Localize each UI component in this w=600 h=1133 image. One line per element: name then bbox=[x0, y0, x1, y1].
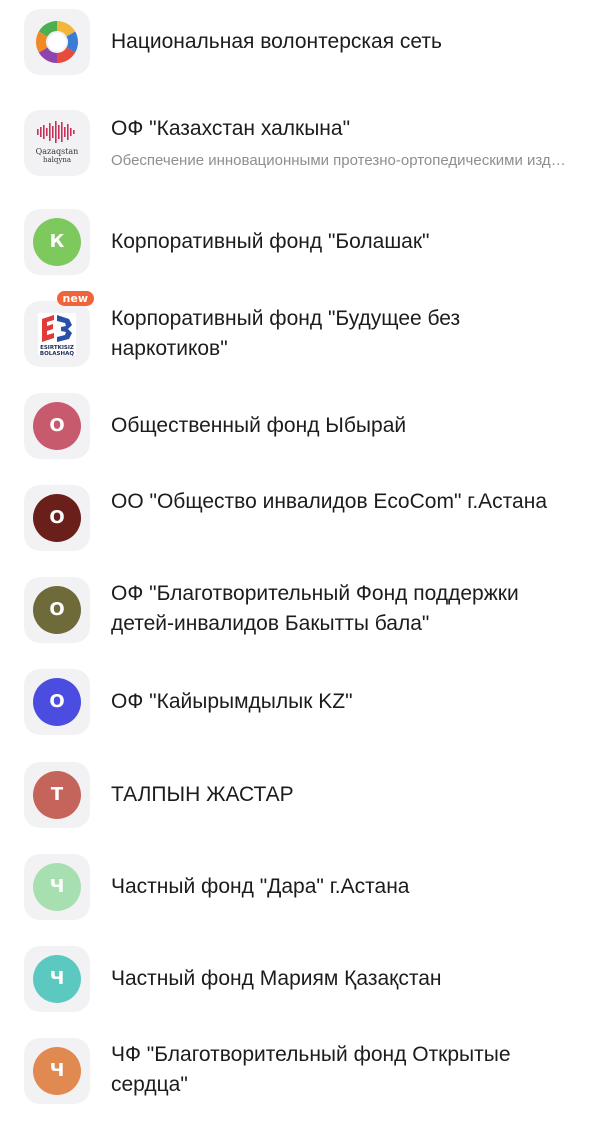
letter-avatar: О bbox=[33, 402, 81, 450]
letter-avatar: Ч bbox=[33, 1047, 81, 1095]
organization-item[interactable]: О ОФ "Благотворительный Фонд поддержки д… bbox=[0, 577, 600, 669]
letter-avatar: К bbox=[33, 218, 81, 266]
svg-text:halqyna: halqyna bbox=[43, 156, 71, 164]
organization-title: ОФ "Казахстан халкына" bbox=[111, 117, 351, 140]
organization-title: ОО "Общество инвалидов EcoCom" г.Астана bbox=[111, 490, 548, 513]
organization-item[interactable]: new ESIRTKISIZ BOLASHAQ Корпоративный фо… bbox=[0, 291, 600, 393]
organization-logo: К bbox=[24, 209, 90, 275]
organization-item[interactable]: Национальная волонтерская сеть bbox=[0, 9, 600, 101]
organization-title: Частный фонд Мариям Қазақстан bbox=[111, 967, 442, 990]
organization-logo: Ч bbox=[24, 1038, 90, 1104]
organization-title: Корпоративный фонд "Болашак" bbox=[111, 230, 430, 253]
organization-logo: Qazaqstan halqyna bbox=[24, 110, 90, 176]
letter-avatar: О bbox=[33, 678, 81, 726]
organization-logo: О bbox=[24, 393, 90, 459]
organization-item[interactable]: Т ТАЛПЫН ЖАСТАР bbox=[0, 762, 600, 854]
organization-logo: О bbox=[24, 669, 90, 735]
organization-item[interactable]: Ч ЧФ "Благотворительный фонд Открытые се… bbox=[0, 1038, 600, 1130]
organization-item[interactable]: Ч Частный фонд "Дара" г.Астана bbox=[0, 854, 600, 946]
letter-avatar: Т bbox=[33, 771, 81, 819]
letter-avatar: О bbox=[33, 586, 81, 634]
new-badge: new bbox=[56, 291, 94, 306]
qazaqstan-halqyna-logo-icon: Qazaqstan halqyna bbox=[36, 121, 79, 164]
organization-logo: Т bbox=[24, 762, 90, 828]
volunteer-network-logo-icon bbox=[35, 20, 79, 64]
organization-item[interactable]: О ОФ "Кайырымдылык KZ" bbox=[0, 669, 600, 761]
organization-logo: Ч bbox=[24, 854, 90, 920]
organization-logo: О bbox=[24, 577, 90, 643]
organization-item[interactable]: К Корпоративный фонд "Болашак" bbox=[0, 209, 600, 301]
organization-title: Частный фонд "Дара" г.Астана bbox=[111, 875, 410, 898]
organization-item[interactable]: Qazaqstan halqyna ОФ "Казахстан халкына"… bbox=[0, 110, 600, 202]
organization-logo: new ESIRTKISIZ BOLASHAQ bbox=[24, 291, 94, 367]
organization-title: ЧФ "Благотворительный фонд Открытые серд… bbox=[111, 1043, 511, 1096]
organization-title: Корпоративный фонд "Будущее без наркотик… bbox=[111, 307, 461, 360]
organization-title: Общественный фонд Ыбырай bbox=[111, 414, 407, 437]
letter-avatar: Ч bbox=[33, 955, 81, 1003]
esirtkisiz-bolashaq-logo-icon: ESIRTKISIZ BOLASHAQ bbox=[38, 313, 76, 357]
organization-logo: О bbox=[24, 485, 90, 551]
organization-title: Национальная волонтерская сеть bbox=[111, 30, 442, 53]
svg-text:Qazaqstan: Qazaqstan bbox=[36, 147, 79, 156]
organization-title: ОФ "Кайырымдылык KZ" bbox=[111, 690, 353, 713]
organization-title: ОФ "Благотворительный Фонд поддержки дет… bbox=[111, 582, 519, 635]
organization-logo: Ч bbox=[24, 946, 90, 1012]
organization-item[interactable]: Ч Частный фонд Мариям Қазақстан bbox=[0, 946, 600, 1038]
organization-item[interactable]: О Общественный фонд Ыбырай bbox=[0, 393, 600, 485]
letter-avatar: О bbox=[33, 494, 81, 542]
organization-logo bbox=[24, 9, 90, 75]
organization-list: Национальная волонтерская сеть Qazaqstan… bbox=[0, 0, 600, 1133]
organization-item[interactable]: О ОО "Общество инвалидов EcoCom" г.Астан… bbox=[0, 485, 600, 577]
organization-subtitle: Обеспечение инновационными протезно-орто… bbox=[111, 152, 571, 169]
organization-title: ТАЛПЫН ЖАСТАР bbox=[111, 783, 294, 806]
letter-avatar: Ч bbox=[33, 863, 81, 911]
svg-text:BOLASHAQ: BOLASHAQ bbox=[40, 351, 74, 357]
